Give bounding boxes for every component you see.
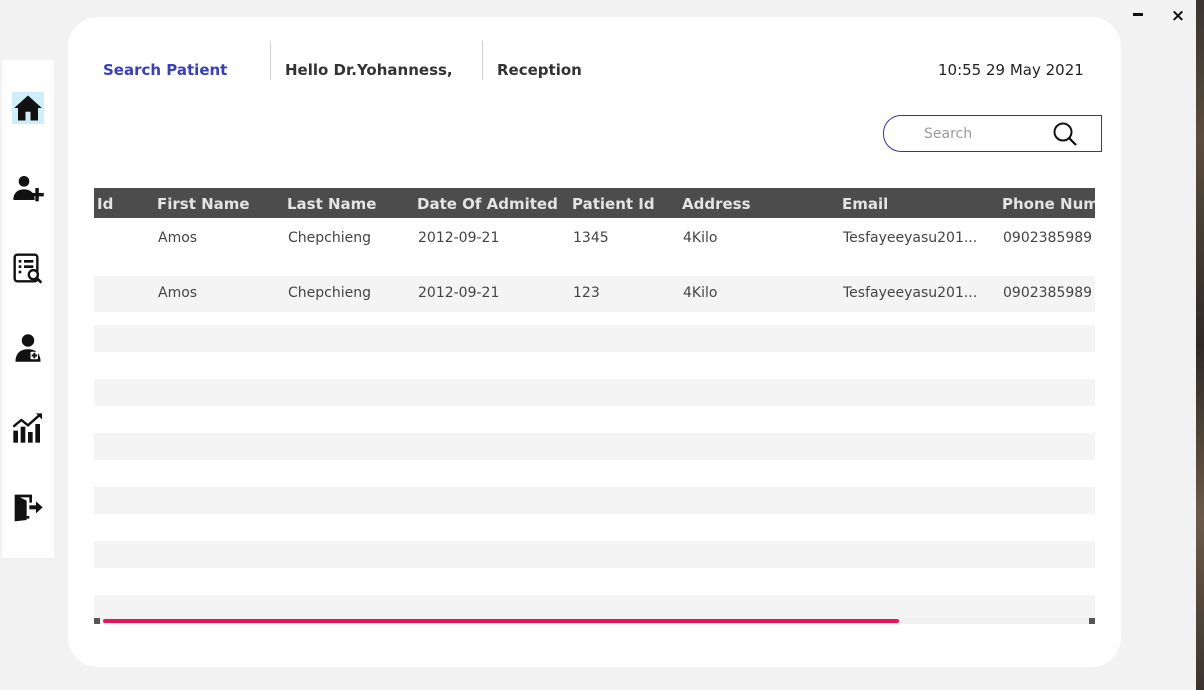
cell-id — [97, 280, 152, 307]
column-header-address[interactable]: Address — [682, 188, 751, 218]
minimize-icon — [1133, 12, 1143, 16]
column-header-patient-id[interactable]: Patient Id — [572, 188, 655, 218]
cell-last-name: Chepchieng — [288, 230, 371, 246]
empty-row — [94, 487, 1095, 514]
cell-id — [97, 225, 152, 252]
doctor-icon — [15, 334, 41, 362]
cell-patient-id: 123 — [573, 285, 600, 301]
minimize-button[interactable] — [1128, 6, 1148, 26]
cell-address: 4Kilo — [683, 230, 718, 246]
column-header-id[interactable]: Id — [97, 188, 113, 218]
table-row[interactable]: Amos Chepchieng 2012-09-21 123 4Kilo Tes… — [94, 276, 1095, 312]
empty-row — [94, 325, 1095, 352]
sidebar-item-search-records[interactable] — [12, 252, 44, 284]
close-button[interactable]: × — [1168, 6, 1188, 26]
cell-phone: 0902385989 — [1003, 285, 1093, 301]
cell-phone: 0902385989 — [1003, 230, 1093, 246]
column-header-date-admitted[interactable]: Date Of Admited — [417, 188, 558, 218]
cell-patient-id: 1345 — [573, 230, 609, 246]
cell-first-name: Amos — [158, 285, 198, 301]
sidebar-item-doctors[interactable] — [12, 332, 44, 364]
logout-icon — [14, 494, 43, 522]
cell-address: 4Kilo — [683, 285, 718, 301]
column-header-email[interactable]: Email — [842, 188, 888, 218]
search-input[interactable] — [922, 123, 1046, 145]
sidebar-item-logout[interactable] — [12, 492, 44, 524]
search-icon[interactable] — [1052, 121, 1078, 147]
chart-icon — [12, 413, 42, 443]
table-row[interactable]: Amos Chepchieng 2012-09-21 1345 4Kilo Te… — [94, 225, 1095, 252]
patients-table: Id First Name Last Name Date Of Admited … — [94, 188, 1095, 626]
cell-email: Tesfayeeyasu201... — [843, 230, 978, 246]
sidebar-item-add-patient[interactable] — [12, 172, 44, 204]
search-box — [883, 115, 1102, 152]
datetime-display: 10:55 29 May 2021 — [938, 61, 1084, 79]
role-label: Reception — [497, 61, 582, 79]
sidebar-item-home[interactable] — [12, 92, 44, 124]
cell-date-admitted: 2012-09-21 — [418, 285, 500, 301]
greeting-text: Hello Dr.Yohanness, — [285, 61, 453, 79]
empty-row — [94, 433, 1095, 460]
empty-row — [94, 379, 1095, 406]
cell-date-admitted: 2012-09-21 — [418, 230, 500, 246]
search-patient-link[interactable]: Search Patient — [103, 61, 227, 79]
column-header-first-name[interactable]: First Name — [157, 188, 250, 218]
scrollbar-thumb[interactable] — [103, 619, 899, 623]
cell-email: Tesfayeeyasu201... — [843, 285, 978, 301]
search-list-icon — [13, 253, 43, 284]
sidebar — [2, 60, 54, 558]
desktop-background-edge — [1196, 0, 1204, 690]
main-panel: Search Patient Hello Dr.Yohanness, Recep… — [68, 17, 1121, 667]
column-header-phone[interactable]: Phone Num — [1002, 188, 1095, 218]
home-icon — [14, 95, 42, 121]
header-divider — [270, 41, 271, 80]
cell-first-name: Amos — [158, 230, 198, 246]
sidebar-item-reports[interactable] — [12, 412, 44, 444]
column-header-last-name[interactable]: Last Name — [287, 188, 376, 218]
empty-row — [94, 541, 1095, 568]
cell-last-name: Chepchieng — [288, 285, 371, 301]
horizontal-scrollbar[interactable] — [94, 618, 1095, 624]
header-divider — [482, 41, 483, 80]
table-header: Id First Name Last Name Date Of Admited … — [94, 188, 1095, 218]
add-user-icon — [13, 176, 44, 202]
